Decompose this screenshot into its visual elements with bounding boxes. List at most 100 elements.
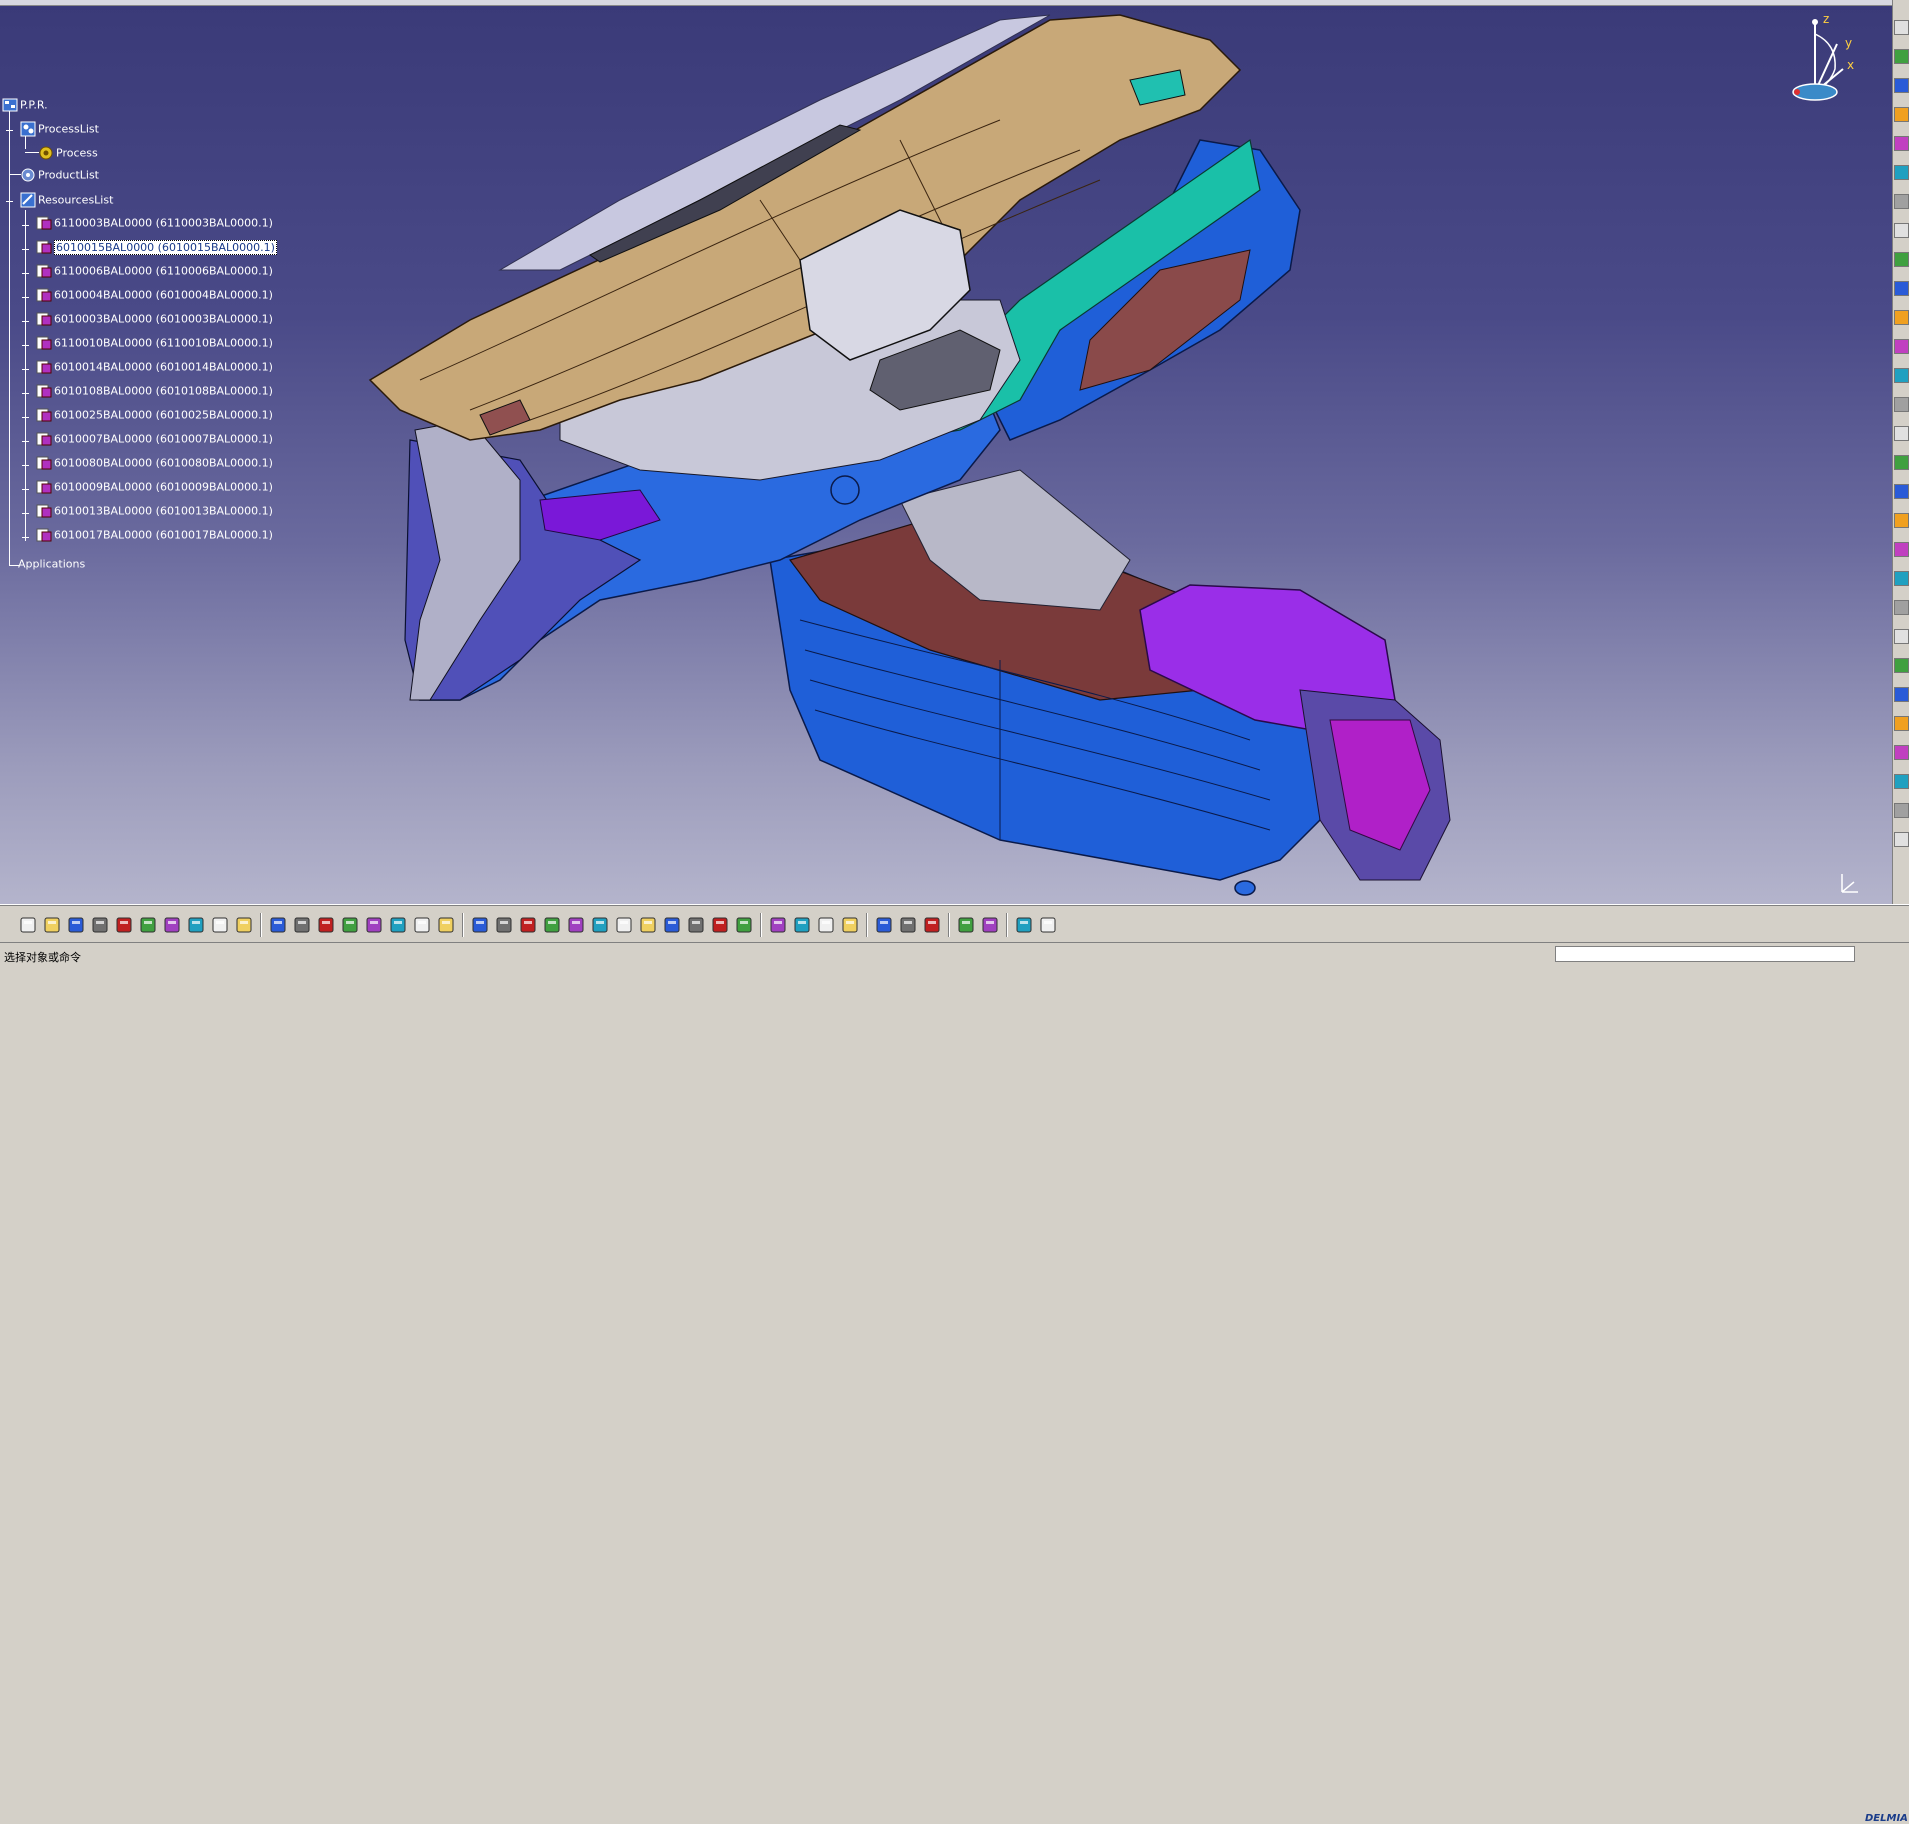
tree-node-resource[interactable]: 6110006BAL0000 (6110006BAL0000.1) xyxy=(36,263,273,281)
normal-view-icon[interactable] xyxy=(614,915,634,935)
tree-node-resource[interactable]: 6010007BAL0000 (6010007BAL0000.1) xyxy=(36,431,273,449)
tree-node-productlist[interactable]: ProductList xyxy=(20,167,99,185)
expand-toggle[interactable] xyxy=(5,197,14,206)
expand-toggle[interactable] xyxy=(21,341,30,350)
sketch-icon[interactable] xyxy=(316,915,336,935)
select-icon[interactable] xyxy=(1894,136,1909,151)
section-icon[interactable] xyxy=(840,915,860,935)
expand-toggle[interactable] xyxy=(21,389,30,398)
fastener-icon[interactable] xyxy=(1894,571,1909,586)
resource-icon[interactable] xyxy=(1894,745,1909,760)
tree-node-resource[interactable]: 6010014BAL0000 (6010014BAL0000.1) xyxy=(36,359,273,377)
track-icon[interactable] xyxy=(980,915,1000,935)
text-icon[interactable] xyxy=(1894,455,1909,470)
tree-node-applications[interactable]: Applications xyxy=(18,557,85,575)
publish-icon[interactable] xyxy=(1894,513,1909,528)
open-icon[interactable] xyxy=(42,915,62,935)
explode-icon[interactable] xyxy=(1894,310,1909,325)
tree-node-resource[interactable]: 6010004BAL0000 (6010004BAL0000.1) xyxy=(36,287,273,305)
undo-icon[interactable] xyxy=(186,915,206,935)
tree-node-process[interactable]: Process xyxy=(38,145,98,163)
weld-icon[interactable] xyxy=(1894,542,1909,557)
tree-node-resource[interactable]: 6110003BAL0000 (6110003BAL0000.1) xyxy=(36,215,273,233)
redo-icon[interactable] xyxy=(210,915,230,935)
plane-icon[interactable] xyxy=(1894,49,1909,64)
kinematic-icon[interactable] xyxy=(1894,803,1909,818)
sequence-icon[interactable] xyxy=(1014,915,1034,935)
assembly-icon[interactable] xyxy=(1894,223,1909,238)
rotate-icon[interactable] xyxy=(542,915,562,935)
annotation-icon[interactable] xyxy=(1894,426,1909,441)
whats-this-icon[interactable] xyxy=(234,915,254,935)
section-icon[interactable] xyxy=(1894,339,1909,354)
expand-toggle[interactable] xyxy=(21,461,30,470)
expand-toggle[interactable] xyxy=(21,485,30,494)
tree-node-resourceslist[interactable]: ResourcesList xyxy=(20,192,113,210)
clash-icon[interactable] xyxy=(1894,368,1909,383)
zoom-out-icon[interactable] xyxy=(590,915,610,935)
swap-space-icon[interactable] xyxy=(734,915,754,935)
new-icon[interactable] xyxy=(18,915,38,935)
tree-node-resource[interactable]: 6110010BAL0000 (6110010BAL0000.1) xyxy=(36,335,273,353)
simulation-icon[interactable] xyxy=(956,915,976,935)
expand-toggle[interactable] xyxy=(5,126,14,135)
fit-all-icon[interactable] xyxy=(494,915,514,935)
scene-icon[interactable] xyxy=(922,915,942,935)
distance-icon[interactable] xyxy=(874,915,894,935)
lock-icon[interactable] xyxy=(412,915,432,935)
copy-icon[interactable] xyxy=(138,915,158,935)
table-icon[interactable] xyxy=(340,915,360,935)
refresh-icon[interactable] xyxy=(898,915,918,935)
3d-viewport[interactable]: P.P.R. ProcessList Process ProductList R… xyxy=(0,0,1892,904)
tree-node-resource[interactable]: 6010009BAL0000 (6010009BAL0000.1) xyxy=(36,479,273,497)
expand-toggle[interactable] xyxy=(21,221,30,230)
tree-node-resource[interactable]: 6010108BAL0000 (6010108BAL0000.1) xyxy=(36,383,273,401)
formula-icon[interactable] xyxy=(268,915,288,935)
expand-toggle[interactable] xyxy=(21,269,30,278)
clash-icon[interactable] xyxy=(816,915,836,935)
sequence-icon[interactable] xyxy=(1894,716,1909,731)
compass-widget[interactable]: z y x xyxy=(1775,12,1855,107)
tree-node-resource[interactable]: 6010017BAL0000 (6010017BAL0000.1) xyxy=(36,527,273,545)
command-input[interactable] xyxy=(1555,946,1855,962)
robot-icon[interactable] xyxy=(1894,629,1909,644)
gantt-icon[interactable] xyxy=(1894,832,1909,847)
expand-toggle[interactable] xyxy=(21,437,30,446)
measure-icon[interactable] xyxy=(388,915,408,935)
fly-mode-icon[interactable] xyxy=(470,915,490,935)
path-icon[interactable] xyxy=(1894,658,1909,673)
tree-node-resource[interactable]: 6010025BAL0000 (6010025BAL0000.1) xyxy=(36,407,273,425)
dress-up-icon[interactable] xyxy=(1894,484,1909,499)
print-icon[interactable] xyxy=(90,915,110,935)
tree-node-processlist[interactable]: ProcessList xyxy=(20,121,99,139)
expand-toggle[interactable] xyxy=(21,365,30,374)
render-style-icon[interactable] xyxy=(686,915,706,935)
expand-toggle[interactable] xyxy=(21,317,30,326)
constraint-icon[interactable] xyxy=(1894,194,1909,209)
distance-icon[interactable] xyxy=(1894,397,1909,412)
multi-view-icon[interactable] xyxy=(638,915,658,935)
zoom-in-icon[interactable] xyxy=(566,915,586,935)
tree-node-resource[interactable]: 6010015BAL0000 (6010015BAL0000.1) xyxy=(36,239,277,257)
move-icon[interactable] xyxy=(1894,252,1909,267)
tree-node-resource[interactable]: 6010003BAL0000 (6010003BAL0000.1) xyxy=(36,311,273,329)
hide-show-icon[interactable] xyxy=(710,915,730,935)
cut-icon[interactable] xyxy=(114,915,134,935)
expand-toggle[interactable] xyxy=(21,293,30,302)
expand-toggle[interactable] xyxy=(21,413,30,422)
graph-icon[interactable] xyxy=(364,915,384,935)
tag-icon[interactable] xyxy=(1894,687,1909,702)
pan-icon[interactable] xyxy=(518,915,538,935)
paste-icon[interactable] xyxy=(162,915,182,935)
view-cube-icon[interactable] xyxy=(1894,20,1909,35)
iso-view-icon[interactable] xyxy=(662,915,682,935)
tree-node-ppr[interactable]: P.P.R. xyxy=(2,97,48,115)
sketch-icon[interactable] xyxy=(1894,78,1909,93)
analysis-icon[interactable] xyxy=(436,915,456,935)
expand-toggle[interactable] xyxy=(21,509,30,518)
manipulate-icon[interactable] xyxy=(1894,281,1909,296)
grid-icon[interactable] xyxy=(1038,915,1058,935)
expand-toggle[interactable] xyxy=(21,533,30,542)
capture-icon[interactable] xyxy=(768,915,788,935)
tool-icon[interactable] xyxy=(1894,600,1909,615)
